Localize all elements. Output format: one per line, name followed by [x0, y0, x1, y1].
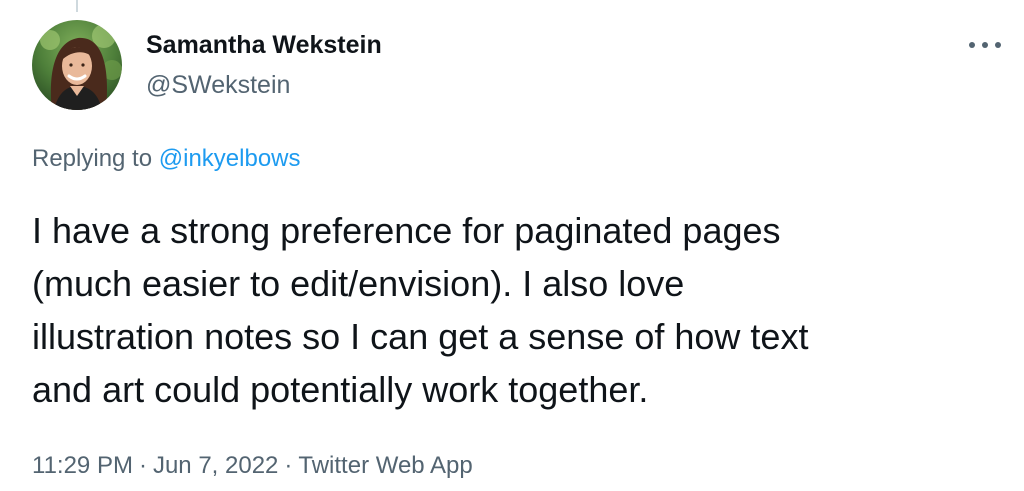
- reply-mention-link[interactable]: @inkyelbows: [159, 145, 301, 172]
- tweet-date[interactable]: Jun 7, 2022: [153, 452, 278, 479]
- meta-separator: ·: [138, 452, 147, 479]
- replying-to: Replying to @inkyelbows: [32, 144, 301, 174]
- thread-connector-line: [76, 0, 78, 12]
- more-dots-icon: [969, 42, 1001, 48]
- author-display-name[interactable]: Samantha Wekstein: [146, 30, 382, 60]
- tweet-metadata: 11:29 PM · Jun 7, 2022 · Twitter Web App: [32, 450, 473, 482]
- tweet-text: I have a strong preference for paginated…: [32, 204, 1002, 416]
- avatar[interactable]: [32, 20, 122, 110]
- tweet-timestamp[interactable]: 11:29 PM: [32, 452, 133, 479]
- meta-separator: ·: [284, 452, 293, 479]
- more-options-button[interactable]: [962, 30, 1008, 60]
- replying-to-label: Replying to: [32, 145, 153, 172]
- tweet-text-line: (much easier to edit/envision). I also l…: [32, 263, 685, 304]
- tweet-text-line: and art could potentially work together.: [32, 369, 649, 410]
- tweet-source[interactable]: Twitter Web App: [298, 452, 472, 479]
- tweet-text-line: I have a strong preference for paginated…: [32, 210, 781, 251]
- avatar-photo: [32, 20, 122, 110]
- author-handle[interactable]: @SWekstein: [146, 70, 290, 100]
- tweet-text-line: illustration notes so I can get a sense …: [32, 316, 809, 357]
